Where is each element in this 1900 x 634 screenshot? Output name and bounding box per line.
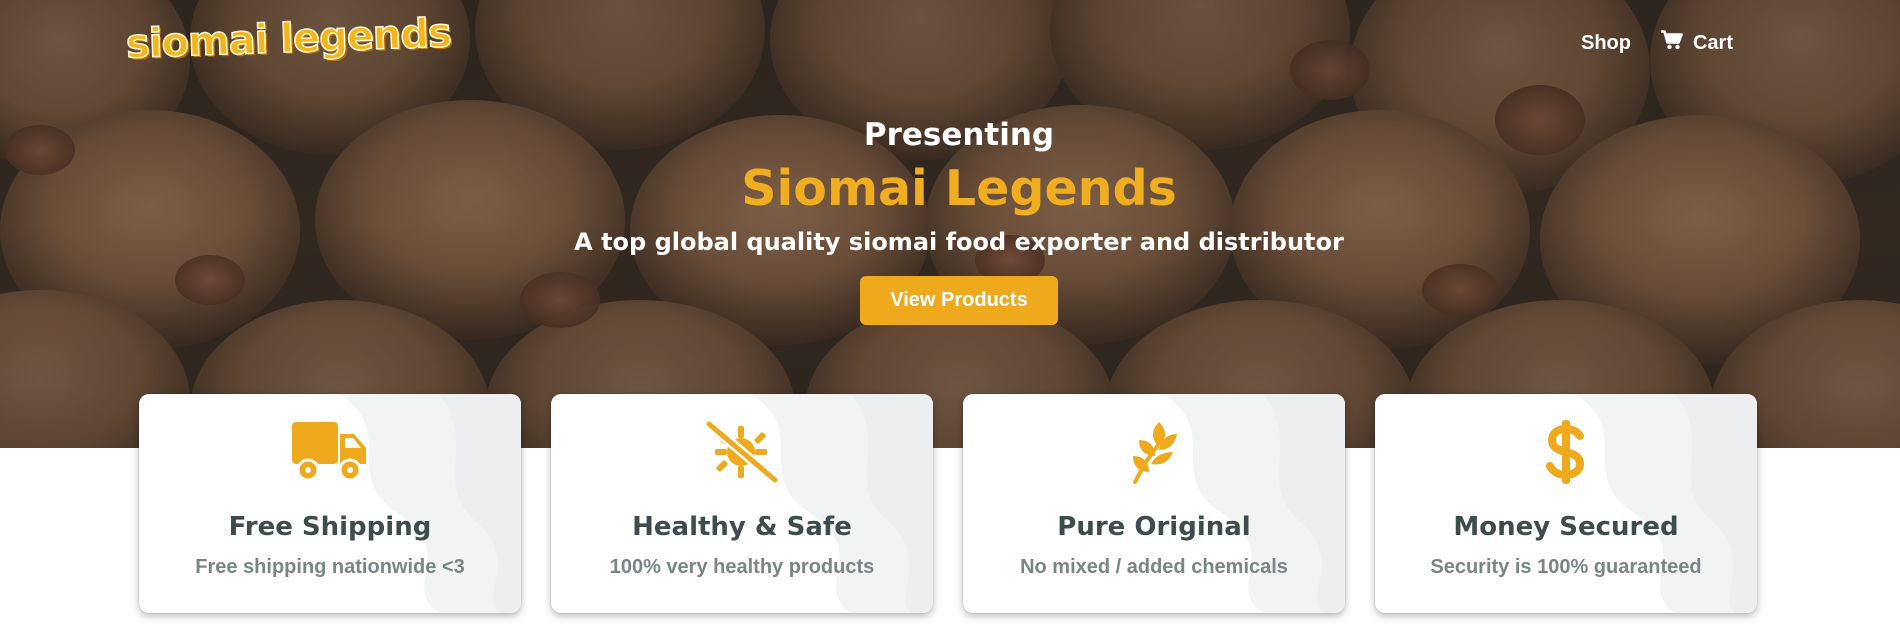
leaf-icon [963,420,1345,484]
hero-tagline: A top global quality siomai food exporte… [574,228,1344,256]
feature-title: Money Secured [1453,512,1679,542]
hero-section: siomai legends Shop Cart Presenting Siom… [0,0,1900,448]
feature-title: Pure Original [1057,512,1251,542]
main-nav: Shop Cart [1581,30,1733,56]
feature-title: Free Shipping [228,512,432,542]
feature-subtitle: 100% very healthy products [609,556,875,578]
nav-cart-label: Cart [1692,31,1733,54]
truck-icon [139,420,521,482]
feature-subtitle: No mixed / added chemicals [1020,556,1288,578]
hero-title: Siomai Legends [741,160,1177,217]
feature-title: Healthy & Safe [632,512,852,542]
feature-card-free-shipping: Free Shipping Free shipping nationwide <… [139,394,521,613]
dollar-icon [1375,420,1757,484]
hero-content: Presenting Siomai Legends A top global q… [0,112,1900,325]
feature-card-pure-original: Pure Original No mixed / added chemicals [963,394,1345,613]
cart-icon [1660,30,1683,56]
feature-card-money-secured: Money Secured Security is 100% guarantee… [1375,394,1757,613]
feature-subtitle: Free shipping nationwide <3 [195,556,465,578]
feature-card-healthy-safe: Healthy & Safe 100% very healthy product… [551,394,933,613]
view-products-button[interactable]: View Products [860,276,1058,325]
no-bacteria-icon [551,420,933,484]
feature-subtitle: Security is 100% guaranteed [1430,556,1702,578]
nav-cart-link[interactable]: Cart [1660,30,1733,56]
features-row: Free Shipping Free shipping nationwide <… [139,394,1757,613]
nav-shop-label: Shop [1580,31,1631,54]
nav-shop-link[interactable]: Shop [1581,32,1631,55]
hero-kicker: Presenting [863,117,1055,153]
